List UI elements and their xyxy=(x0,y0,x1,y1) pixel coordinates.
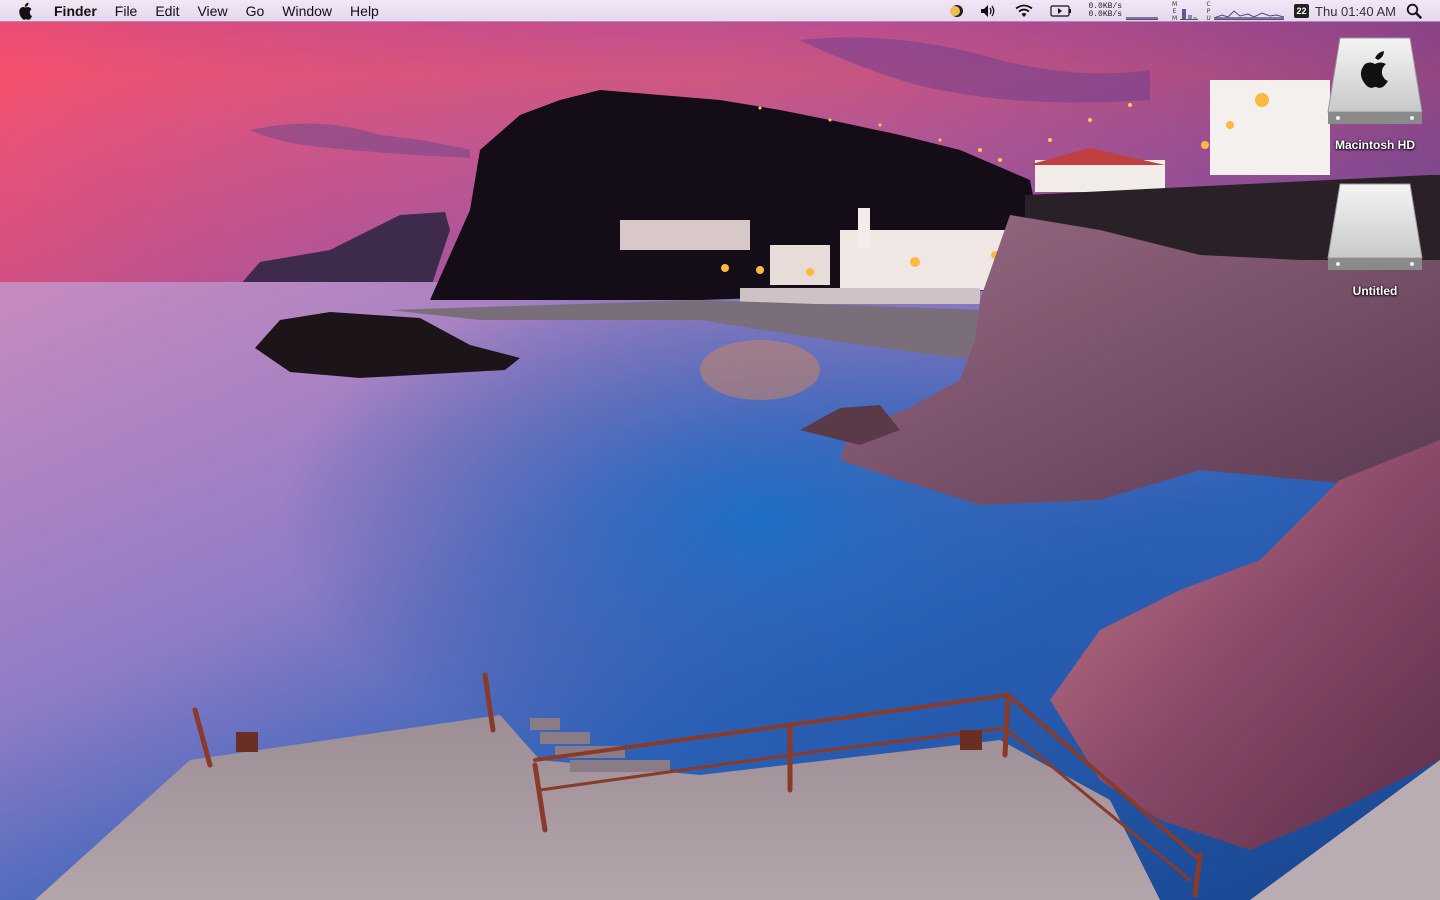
menu-view[interactable]: View xyxy=(188,0,236,22)
menu-file[interactable]: File xyxy=(106,0,147,22)
spotlight-search-icon[interactable] xyxy=(1406,3,1422,19)
net-down-rate: 0.0KB/s xyxy=(1088,10,1123,19)
calendar-icon[interactable]: 22 xyxy=(1294,4,1310,18)
menu-clock[interactable]: Thu 01:40 AM xyxy=(1315,4,1396,19)
wifi-icon[interactable] xyxy=(1014,0,1034,22)
memory-graph xyxy=(1180,3,1199,20)
desktop-icon-macintosh-hd[interactable]: Macintosh HD xyxy=(1320,38,1430,158)
cpu-label: CPU xyxy=(1205,0,1213,22)
desktop-icon-label: Macintosh HD xyxy=(1334,138,1415,152)
desktop-icon-label: Untitled xyxy=(1352,284,1398,298)
network-graph xyxy=(1126,3,1159,20)
menu-window[interactable]: Window xyxy=(273,0,341,22)
menu-help[interactable]: Help xyxy=(341,0,388,22)
menu-app-finder[interactable]: Finder xyxy=(54,0,106,22)
apple-icon[interactable] xyxy=(18,1,36,21)
cpu-monitor[interactable]: CPU xyxy=(1204,0,1286,22)
drive-image-area xyxy=(1320,184,1430,282)
menu-edit[interactable]: Edit xyxy=(146,0,188,22)
drive-image-area xyxy=(1320,38,1430,136)
cpu-graph xyxy=(1214,3,1285,20)
volume-icon[interactable] xyxy=(980,0,998,22)
mem-label: MEM xyxy=(1171,0,1179,22)
network-monitor[interactable]: 0.0KB/s 0.0KB/s xyxy=(1088,0,1160,22)
menu-go[interactable]: Go xyxy=(237,0,274,22)
memory-monitor[interactable]: MEM xyxy=(1170,0,1200,22)
desktop-icon-untitled[interactable]: Untitled xyxy=(1320,184,1430,304)
battery-icon[interactable] xyxy=(1050,0,1072,22)
moon-icon[interactable] xyxy=(950,0,964,22)
menu-extras: 0.0KB/s 0.0KB/s MEM CPU 22 Thu 01:40 AM xyxy=(942,0,1440,22)
desktop[interactable]: Finder File Edit View Go Window Help 0.0… xyxy=(0,0,1440,900)
wallpaper-coastal-sunset xyxy=(0,0,1440,900)
menu-bar: Finder File Edit View Go Window Help 0.0… xyxy=(0,0,1440,22)
